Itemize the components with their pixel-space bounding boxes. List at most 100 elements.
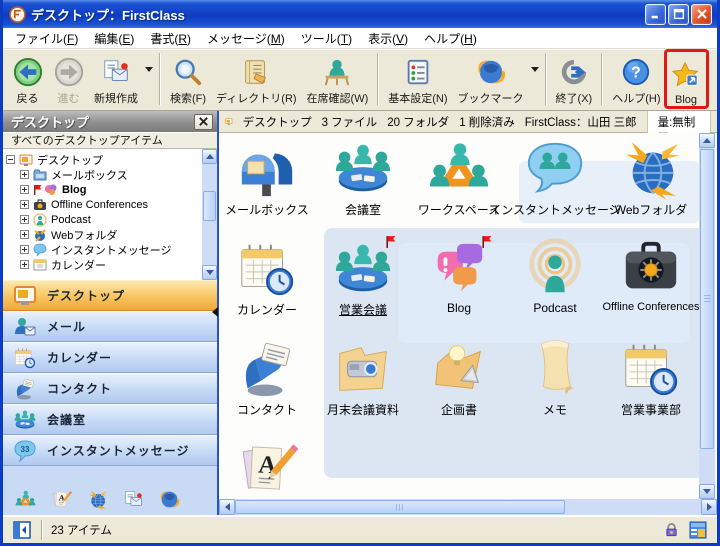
sidebar-item-calendar[interactable]: カレンダー [3,342,217,373]
tree-label: カレンダー [51,257,106,273]
desktop-item-memo[interactable]: メモ [507,338,603,438]
desktop-item-contacts[interactable]: コンタクト [219,338,315,438]
expand-icon[interactable] [20,260,29,269]
item-label: Offline Conferences [602,301,699,313]
vertical-scrollbar[interactable] [699,133,715,499]
close-button[interactable] [691,4,712,25]
scroll-down-icon[interactable] [699,484,715,499]
desktop-tree: デスクトップ メールボックス Blog Offline Conferences [3,149,217,280]
chevron-down-icon[interactable] [531,67,539,72]
desktop-item-blog[interactable]: Blog [411,238,507,338]
desktop-item-podcast[interactable]: Podcast [507,238,603,338]
workspace-shortcut-icon[interactable] [15,489,36,510]
scroll-down-icon[interactable] [202,265,217,280]
sidebar-item-instant-message[interactable]: 33 インスタントメッセージ [3,435,217,466]
expand-icon[interactable] [20,200,29,209]
tree-item-podcast[interactable]: Podcast [20,212,217,227]
blog-button-highlighted[interactable]: Blog [666,51,707,107]
exit-button[interactable]: 終了(X) [551,51,598,107]
menu-edit[interactable]: 編集(E) [86,28,142,49]
desktop-item-workspace[interactable]: ワークスペース [411,138,507,238]
bubble-mini-icon [33,243,47,257]
briefcase-icon [620,238,682,300]
item-label: メモ [543,401,567,418]
layout-panel-icon[interactable] [689,521,707,539]
scrollbar-thumb[interactable] [700,149,714,449]
tree-item-calendar[interactable]: カレンダー [20,257,217,272]
menu-format[interactable]: 書式(R) [142,28,199,49]
tree-item-instant-message[interactable]: インスタントメッセージ [20,242,217,257]
tree-scrollbar[interactable] [202,149,217,280]
chevron-down-icon[interactable] [145,67,153,72]
document-shortcut-icon[interactable]: A [51,489,72,510]
presence-button[interactable]: 在席確認(W) [302,51,374,107]
item-label: Webフォルダ [615,201,687,218]
expand-icon[interactable] [20,215,29,224]
desktop-item-calendar[interactable]: カレンダー [219,238,315,338]
expand-icon[interactable] [20,185,29,194]
expand-icon[interactable] [20,230,29,239]
desktop-item-sales-meeting[interactable]: 営業会議 [315,238,411,338]
panel-close-button[interactable] [194,114,213,130]
desktop-item-webfolder[interactable]: Webフォルダ [603,138,699,238]
webfolder-shortcut-icon[interactable] [87,489,108,510]
minimize-button[interactable] [645,4,666,25]
calendar-icon [236,238,298,300]
sidebar-item-conference[interactable]: 会議室 [3,404,217,435]
maximize-button[interactable] [668,4,689,25]
scroll-up-icon[interactable] [202,149,217,164]
svg-text:?: ? [631,65,641,82]
scrollbar-thumb[interactable] [203,191,216,221]
idea-folder-icon [428,338,490,400]
web-shortcut-icon[interactable] [159,489,180,510]
preferences-button[interactable]: 基本設定(N) [383,51,452,107]
desktop-item-offline-conferences[interactable]: Offline Conferences [603,238,699,338]
scroll-left-icon[interactable] [219,499,235,515]
sidebar-item-mail[interactable]: メール [3,311,217,342]
desktop-item-mailbox[interactable]: メールボックス [219,138,315,238]
sidebar-item-contacts[interactable]: コンタクト [3,373,217,404]
desktop-item-instant-message[interactable]: インスタントメッセージ [507,138,603,238]
directory-button[interactable]: ディレクトリ(R) [211,51,302,107]
scroll-right-icon[interactable] [701,499,717,515]
panel-toggle-icon[interactable] [13,521,31,539]
notes-shortcut-icon[interactable] [123,489,144,510]
desktop-item-documents[interactable]: A ドキュメント [219,438,315,499]
scrollbar-thumb[interactable] [235,500,565,514]
sidebar-item-desktop[interactable]: デスクトップ [3,280,217,311]
desktop-item-monthly-materials[interactable]: 月末会議資料 [315,338,411,438]
collapse-icon[interactable] [6,155,15,164]
search-icon [173,57,204,88]
item-label: Blog [447,301,471,315]
toolbar: 戻る 進む 新規作成 検索(F) ディレクトリ(R) 在席確認(W) [3,49,717,111]
splitter-collapse-icon[interactable] [212,307,218,317]
menu-help[interactable]: ヘルプ(H) [416,28,485,49]
menu-tools[interactable]: ツール(T) [293,28,360,49]
desktop-item-conference[interactable]: 会議室 [315,138,411,238]
menu-file[interactable]: ファイル(F) [7,28,86,49]
forward-button[interactable]: 進む [48,51,89,107]
back-button[interactable]: 戻る [7,51,48,107]
scroll-up-icon[interactable] [699,133,715,148]
bookmark-button[interactable]: ブックマーク [453,51,529,107]
desktop-item-proposal[interactable]: 企画書 [411,338,507,438]
expand-icon[interactable] [20,170,29,179]
tree-item-blog[interactable]: Blog [20,182,217,197]
horizontal-scrollbar[interactable] [219,499,717,515]
desktop-item-sales-division[interactable]: 営業事業部 [603,338,699,438]
expand-icon[interactable] [20,245,29,254]
search-button[interactable]: 検索(F) [165,51,211,107]
tree-item-mailbox[interactable]: メールボックス [20,167,217,182]
sidebar-item-label: コンタクト [47,380,112,397]
tree-item-offline-conferences[interactable]: Offline Conferences [20,197,217,212]
flag-icon [481,235,492,249]
tree-item-desktop[interactable]: デスクトップ [6,152,217,167]
new-button[interactable]: 新規作成 [89,51,143,107]
help-button[interactable]: ? ヘルプ(H) [607,51,665,107]
tree-item-webfolder[interactable]: Webフォルダ [20,227,217,242]
calendar-icon [620,338,682,400]
exit-label: 終了(X) [556,90,593,106]
menu-message[interactable]: メッセージ(M) [199,28,293,49]
menu-view[interactable]: 表示(V) [360,28,416,49]
document-icon: A [236,438,298,499]
